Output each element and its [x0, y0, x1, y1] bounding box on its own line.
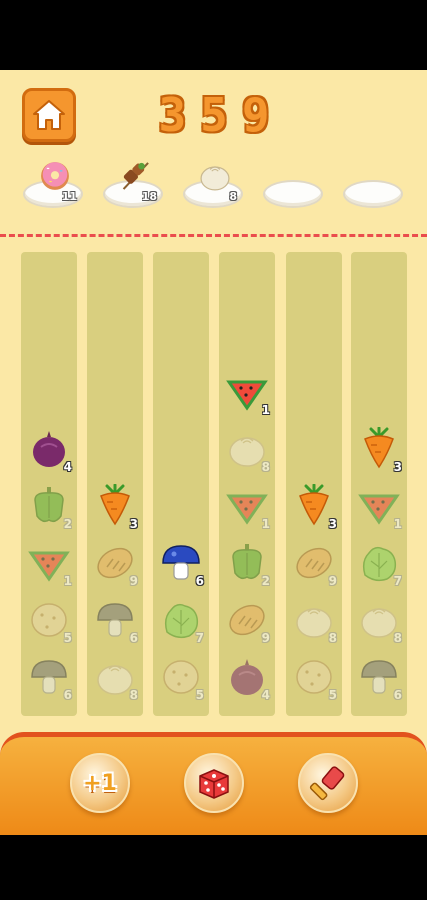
- tile-count: 1: [393, 517, 402, 531]
- dice-icon: [199, 769, 229, 799]
- plate-count: 8: [229, 190, 237, 203]
- food-tile: 5: [156, 652, 206, 702]
- tile-count: 7: [393, 574, 402, 588]
- plus-one-label: +1: [83, 770, 117, 796]
- tile-count: 5: [63, 631, 72, 645]
- food-tile: 2: [24, 481, 74, 531]
- food-tile: 5: [24, 595, 74, 645]
- tile-count: 1: [63, 574, 72, 588]
- tile-count: 6: [393, 688, 402, 702]
- tile-count: 5: [328, 688, 337, 702]
- food-tile: 7: [156, 595, 206, 645]
- home-icon: [33, 100, 65, 130]
- food-tile: 2: [222, 538, 272, 588]
- food-tile: 9: [90, 538, 140, 588]
- tile-count: 3: [129, 517, 138, 531]
- game-screen: 3 5 9 11 18 8 +1 4215639686751812943985317…: [0, 70, 427, 835]
- food-column[interactable]: [153, 252, 209, 716]
- tile-count: 8: [393, 631, 402, 645]
- donut-icon: [37, 158, 73, 194]
- food-tile: 9: [289, 538, 339, 588]
- hammer-icon: [309, 766, 345, 801]
- food-tile[interactable]: 3: [90, 481, 140, 531]
- plus-one-button[interactable]: +1: [70, 753, 130, 813]
- food-tile: 9: [222, 595, 272, 645]
- food-tile[interactable]: 6: [156, 538, 206, 588]
- score-digit: 9: [241, 88, 272, 142]
- food-tile: 6: [90, 595, 140, 645]
- hammer-button[interactable]: [298, 753, 358, 813]
- bun-icon: [197, 158, 233, 194]
- plate-slot: 8: [183, 166, 243, 208]
- food-tile: 8: [90, 652, 140, 702]
- tile-count: 6: [129, 631, 138, 645]
- food-tile: 8: [354, 595, 404, 645]
- tile-count: 8: [328, 631, 337, 645]
- kebab-icon: [117, 158, 153, 194]
- food-tile: 5: [289, 652, 339, 702]
- plate-slot: [263, 180, 323, 208]
- plate-slot: 11: [23, 162, 83, 208]
- tile-count: 7: [195, 631, 204, 645]
- plate-slot: 18: [103, 162, 163, 208]
- plate-row: 11 18 8: [0, 152, 427, 216]
- tile-count: 4: [261, 688, 270, 702]
- tile-count: 1: [261, 403, 270, 417]
- food-tile: 8: [222, 424, 272, 474]
- tile-count: 9: [129, 574, 138, 588]
- score-display: 3 5 9: [130, 88, 300, 142]
- tile-count: 9: [328, 574, 337, 588]
- food-tile: 6: [354, 652, 404, 702]
- food-tile: 1: [24, 538, 74, 588]
- tile-count: 2: [261, 574, 270, 588]
- tile-count: 1: [261, 517, 270, 531]
- plate-count: 18: [141, 190, 157, 203]
- tile-count: 5: [195, 688, 204, 702]
- food-tile: 8: [289, 595, 339, 645]
- shuffle-button[interactable]: [184, 753, 244, 813]
- food-tile: 4: [222, 652, 272, 702]
- limit-line: [0, 234, 427, 237]
- food-tile: 1: [354, 481, 404, 531]
- tile-count: 3: [393, 460, 402, 474]
- tile-count: 8: [129, 688, 138, 702]
- score-digit: 5: [200, 88, 230, 142]
- food-tile[interactable]: 4: [24, 424, 74, 474]
- food-tile[interactable]: 3: [289, 481, 339, 531]
- tile-count: 6: [63, 688, 72, 702]
- home-button[interactable]: [22, 88, 76, 142]
- score-digit: 3: [158, 88, 189, 142]
- plate-slot: [343, 180, 403, 208]
- tile-count: 8: [261, 460, 270, 474]
- tile-count: 9: [261, 631, 270, 645]
- tile-count: 3: [328, 517, 337, 531]
- tile-count: 2: [63, 517, 72, 531]
- tool-bar: +1: [0, 732, 427, 835]
- tile-count: 6: [195, 574, 204, 588]
- food-tile: 7: [354, 538, 404, 588]
- food-tile: 1: [222, 481, 272, 531]
- food-tile[interactable]: 1: [222, 367, 272, 417]
- plate-count: 11: [61, 190, 77, 203]
- tile-count: 4: [63, 460, 72, 474]
- food-tile[interactable]: 3: [354, 424, 404, 474]
- food-tile: 6: [24, 652, 74, 702]
